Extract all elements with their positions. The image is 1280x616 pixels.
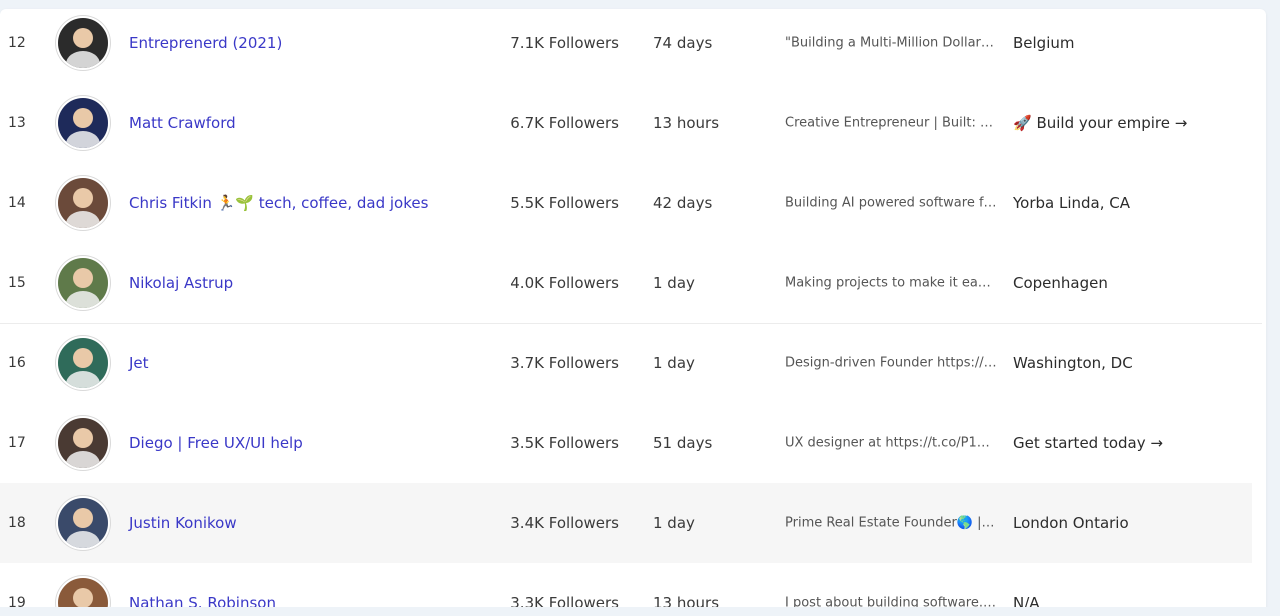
table-row[interactable]: 17 Diego | Free UX/UI help 3.5K Followers 5…: [0, 403, 1252, 483]
rank-number: 17: [8, 435, 26, 451]
rank-number: 18: [8, 515, 26, 531]
follower-count: 5.5K Followers: [510, 194, 619, 212]
leaderboard-table: 12 Entreprenerd (2021) 7.1K Followers 74 da…: [0, 9, 1266, 609]
rank-number: 12: [8, 35, 26, 51]
bio-text: "Building a Multi-Million Dollar B...: [785, 35, 997, 51]
bio-text: UX designer at https://t.co/P1qRI...: [785, 435, 997, 451]
bio-text: Making projects to make it easi...: [785, 275, 997, 291]
rank-number: 15: [8, 275, 26, 291]
profile-name-link[interactable]: Diego | Free UX/UI help: [129, 434, 303, 452]
avatar-image-icon: [58, 338, 108, 388]
avatar[interactable]: [56, 16, 110, 70]
account-age: 1 day: [653, 274, 695, 292]
account-age: 42 days: [653, 194, 713, 212]
avatar-image-icon: [58, 418, 108, 468]
follower-count: 3.5K Followers: [510, 434, 619, 452]
follower-count: 4.0K Followers: [510, 274, 619, 292]
account-age: 13 hours: [653, 114, 720, 132]
avatar-image-icon: [58, 98, 108, 148]
follower-count: 3.7K Followers: [510, 354, 619, 372]
location-text: London Ontario: [1013, 514, 1129, 532]
follower-count: 6.7K Followers: [510, 114, 619, 132]
avatar[interactable]: [56, 96, 110, 150]
account-age: 74 days: [653, 34, 713, 52]
table-row[interactable]: 15 Nikolaj Astrup 4.0K Followers 1 day Makin…: [0, 243, 1252, 323]
account-age: 1 day: [653, 354, 695, 372]
table-row[interactable]: 16 Jet 3.7K Followers 1 day Design-driven Fo…: [0, 323, 1252, 403]
avatar-image-icon: [58, 258, 108, 308]
location-text: Belgium: [1013, 34, 1075, 52]
bio-text: Design-driven Founder https://t...: [785, 355, 997, 371]
avatar[interactable]: [56, 496, 110, 550]
bio-text: Creative Entrepreneur | Built: 🚀 ...: [785, 115, 997, 131]
location-text: Copenhagen: [1013, 274, 1108, 292]
table-row[interactable]: 13 Matt Crawford 6.7K Followers 13 hours Cre…: [0, 83, 1252, 163]
table-row[interactable]: 14 Chris Fitkin 🏃🌱 tech, coffee, dad joke…: [0, 163, 1252, 243]
profile-name-link[interactable]: Jet: [129, 354, 149, 372]
bio-text: Prime Real Estate Founder🌎 | M...: [785, 515, 997, 531]
avatar[interactable]: [56, 576, 110, 609]
location-text: Get started today →: [1013, 434, 1163, 452]
profile-name-link[interactable]: Chris Fitkin 🏃🌱 tech, coffee, dad jokes: [129, 194, 428, 212]
rank-number: 13: [8, 115, 26, 131]
profile-name-link[interactable]: Entreprenerd (2021): [129, 34, 282, 52]
location-text: Washington, DC: [1013, 354, 1133, 372]
avatar-image-icon: [58, 18, 108, 68]
location-text: Yorba Linda, CA: [1013, 194, 1131, 212]
follower-count: 3.4K Followers: [510, 514, 619, 532]
account-age: 1 day: [653, 514, 695, 532]
avatar-image-icon: [58, 498, 108, 548]
avatar-image-icon: [58, 578, 108, 609]
bio-text: Building AI powered software for...: [785, 195, 997, 211]
avatar[interactable]: [56, 256, 110, 310]
location-text: 🚀 Build your empire →: [1013, 114, 1188, 132]
table-row[interactable]: 12 Entreprenerd (2021) 7.1K Followers 74 da…: [0, 9, 1252, 83]
follower-count: 7.1K Followers: [510, 34, 619, 52]
page: 12 Entreprenerd (2021) 7.1K Followers 74 da…: [0, 0, 1280, 616]
bottom-edge: [0, 607, 1280, 616]
avatar[interactable]: [56, 336, 110, 390]
table-row[interactable]: 18 Justin Konikow 3.4K Followers 1 day Prime…: [0, 483, 1252, 563]
avatar[interactable]: [56, 416, 110, 470]
profile-name-link[interactable]: Matt Crawford: [129, 114, 236, 132]
rank-number: 14: [8, 195, 26, 211]
profile-name-link[interactable]: Nikolaj Astrup: [129, 274, 233, 292]
account-age: 51 days: [653, 434, 713, 452]
profile-name-link[interactable]: Justin Konikow: [129, 514, 237, 532]
rank-number: 16: [8, 355, 26, 371]
table-row[interactable]: 19 Nathan S. Robinson 3.3K Followers 13 hou…: [0, 563, 1252, 609]
avatar[interactable]: [56, 176, 110, 230]
avatar-image-icon: [58, 178, 108, 228]
